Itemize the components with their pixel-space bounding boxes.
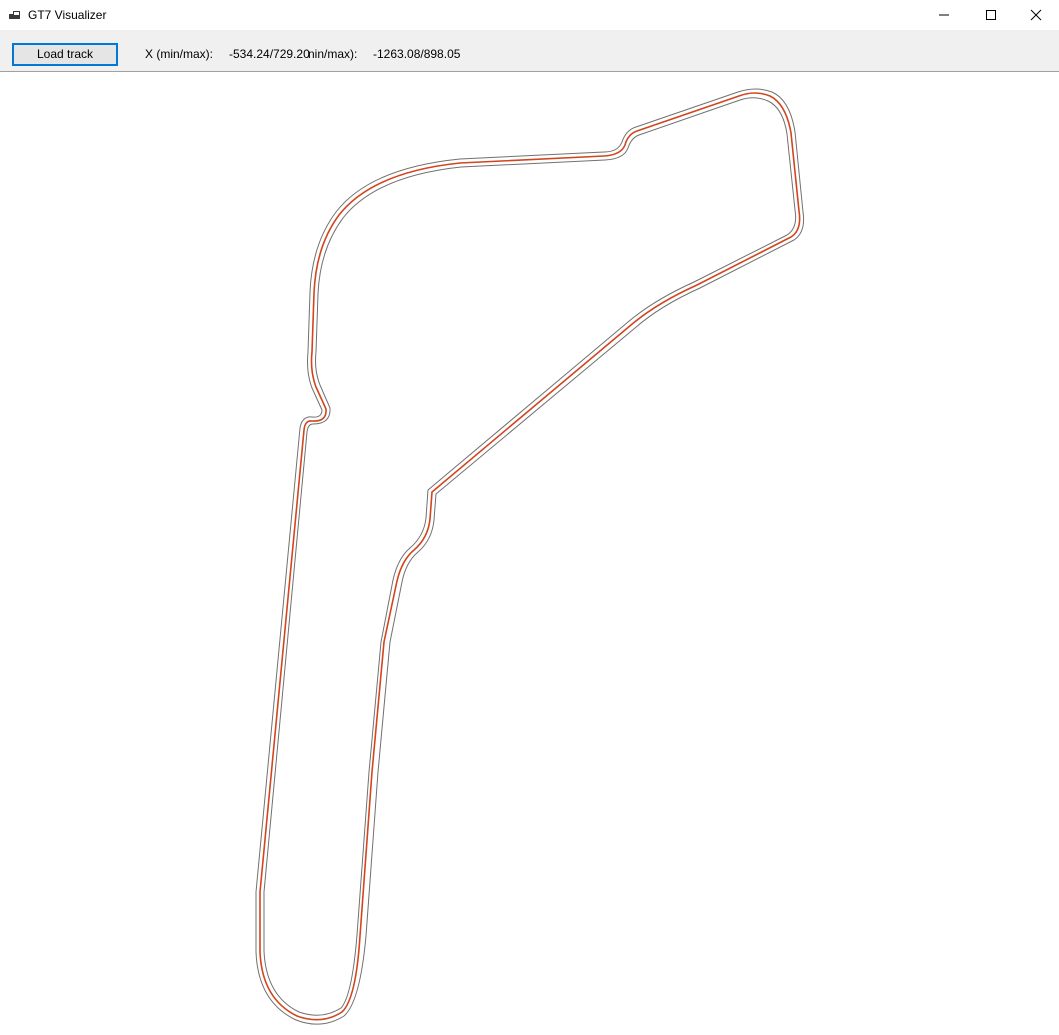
y-range-value: -1263.08/898.05: [373, 47, 461, 61]
y-range-label: nin/max):: [308, 47, 358, 61]
x-range-label: X (min/max):: [145, 47, 214, 61]
close-icon: [1030, 9, 1042, 21]
app-window: GT7 Visualizer Load track X (min/max): -…: [0, 0, 1059, 1035]
minimize-button[interactable]: [921, 0, 967, 30]
app-window-icon: [9, 9, 21, 21]
maximize-button[interactable]: [968, 0, 1014, 30]
window-title: GT7 Visualizer: [28, 8, 107, 22]
track-map: [255, 88, 805, 1025]
toolbar: Load track X (min/max): -534.24/729.20 n…: [0, 30, 1059, 72]
track-canvas[interactable]: [0, 72, 1059, 1035]
load-track-button[interactable]: Load track: [12, 43, 118, 66]
title-bar[interactable]: GT7 Visualizer: [0, 0, 1059, 30]
track-boundary-outer: [255, 88, 805, 1025]
minimize-icon: [939, 14, 949, 16]
racing-line: [259, 92, 801, 1021]
maximize-icon: [986, 10, 996, 20]
x-range-value: -534.24/729.20: [229, 47, 310, 61]
track-boundary-inner: [263, 97, 797, 1016]
close-button[interactable]: [1013, 0, 1059, 30]
